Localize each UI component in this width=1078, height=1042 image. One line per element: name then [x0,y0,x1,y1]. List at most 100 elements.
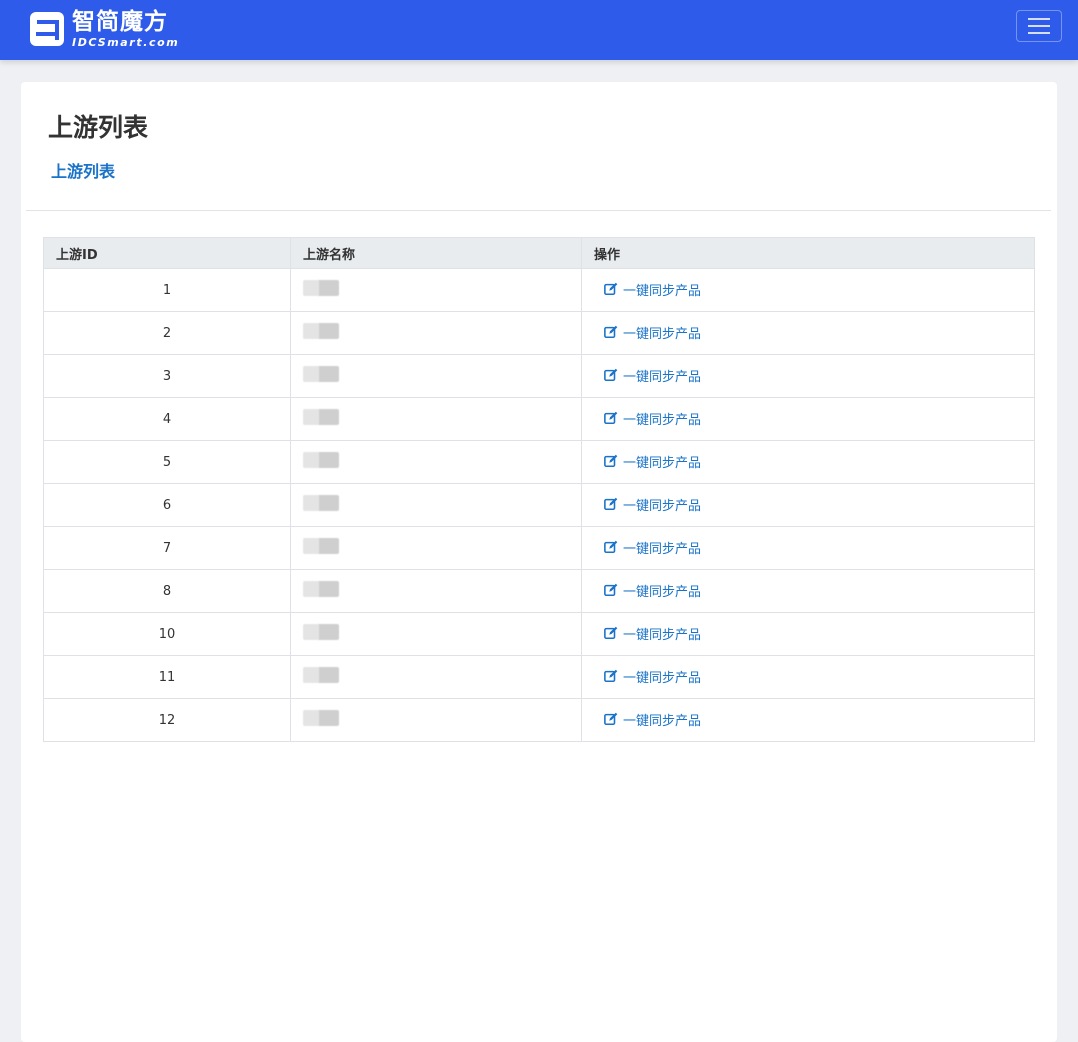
row-action: 一键同步产品 [581,526,1035,570]
row-name [290,440,582,484]
row-action: 一键同步产品 [581,569,1035,613]
redacted-name [303,409,339,425]
table-row: 1 一键同步产品 [43,268,1035,312]
top-navbar: 智简魔方 IDCSmart.com [0,0,1078,60]
sync-products-label: 一键同步产品 [623,326,702,342]
sync-products-label: 一键同步产品 [623,283,702,299]
table-row: 6 一键同步产品 [43,483,1035,527]
table-row: 2 一键同步产品 [43,311,1035,355]
row-name [290,311,582,355]
redacted-name [303,624,339,640]
redacted-name [303,667,339,683]
edit-icon [604,669,618,683]
redacted-name [303,495,339,511]
row-id: 5 [43,440,291,484]
logo-icon [30,12,64,46]
column-header-id: 上游ID [43,237,291,269]
breadcrumb-link[interactable]: 上游列表 [51,158,115,182]
row-id: 6 [43,483,291,527]
sync-products-label: 一键同步产品 [623,455,702,471]
edit-icon [604,497,618,511]
table-row: 5 一键同步产品 [43,440,1035,484]
row-name [290,526,582,570]
edit-icon [604,325,618,339]
row-id: 1 [43,268,291,312]
menu-toggle-button[interactable] [1016,10,1062,42]
table-row: 4 一键同步产品 [43,397,1035,441]
redacted-name [303,366,339,382]
table-body: 1 一键同步产品 2 一键同步产品 3 一键同步产品 4 一键同步产品 5 一键同步产品 6 一键同步… [43,268,1035,742]
sync-products-label: 一键同步产品 [623,412,702,428]
row-name [290,655,582,699]
table-row: 8 一键同步产品 [43,569,1035,613]
redacted-name [303,581,339,597]
row-action: 一键同步产品 [581,440,1035,484]
sync-products-link[interactable]: 一键同步产品 [604,710,701,729]
redacted-name [303,538,339,554]
sync-products-link[interactable]: 一键同步产品 [604,624,701,643]
edit-icon [604,282,618,296]
column-header-action: 操作 [581,237,1035,269]
sync-products-label: 一键同步产品 [623,369,702,385]
sync-products-label: 一键同步产品 [623,498,702,514]
edit-icon [604,626,618,640]
edit-icon [604,454,618,468]
edit-icon [604,411,618,425]
content-card: 上游列表 上游列表 上游ID 上游名称 操作 1 一键同步产品 2 一键同步产品 3 一键… [21,82,1057,1042]
column-header-name: 上游名称 [290,237,582,269]
sync-products-label: 一键同步产品 [623,584,702,600]
edit-icon [604,712,618,726]
sync-products-link[interactable]: 一键同步产品 [604,452,701,471]
row-action: 一键同步产品 [581,483,1035,527]
sync-products-label: 一键同步产品 [623,627,702,643]
table-row: 7 一键同步产品 [43,526,1035,570]
row-name [290,612,582,656]
row-id: 10 [43,612,291,656]
divider [26,210,1051,211]
edit-icon [604,583,618,597]
table-row: 3 一键同步产品 [43,354,1035,398]
row-action: 一键同步产品 [581,698,1035,742]
row-name [290,483,582,527]
hamburger-icon [1028,18,1050,20]
edit-icon [604,368,618,382]
row-name [290,268,582,312]
brand-logo[interactable]: 智简魔方 IDCSmart.com [30,9,179,49]
redacted-name [303,280,339,296]
sync-products-link[interactable]: 一键同步产品 [604,581,701,600]
sync-products-link[interactable]: 一键同步产品 [604,667,701,686]
table-row: 11 一键同步产品 [43,655,1035,699]
row-action: 一键同步产品 [581,354,1035,398]
brand-name-en: IDCSmart.com [72,35,180,49]
edit-icon [604,540,618,554]
page-title: 上游列表 [48,113,149,142]
row-id: 8 [43,569,291,613]
row-name [290,569,582,613]
sync-products-link[interactable]: 一键同步产品 [604,538,701,557]
row-action: 一键同步产品 [581,311,1035,355]
upstream-table: 上游ID 上游名称 操作 1 一键同步产品 2 一键同步产品 3 一键同步产品 4 一键同步产… [43,237,1035,742]
sync-products-link[interactable]: 一键同步产品 [604,280,701,299]
row-action: 一键同步产品 [581,655,1035,699]
row-id: 4 [43,397,291,441]
row-id: 7 [43,526,291,570]
table-header-row: 上游ID 上游名称 操作 [43,237,1035,269]
row-name [290,397,582,441]
row-id: 12 [43,698,291,742]
sync-products-link[interactable]: 一键同步产品 [604,366,701,385]
sync-products-link[interactable]: 一键同步产品 [604,495,701,514]
table-row: 10 一键同步产品 [43,612,1035,656]
brand-name-cn: 智简魔方 [72,8,168,35]
sync-products-link[interactable]: 一键同步产品 [604,409,701,428]
row-action: 一键同步产品 [581,397,1035,441]
row-name [290,354,582,398]
sync-products-label: 一键同步产品 [623,541,702,557]
redacted-name [303,710,339,726]
sync-products-link[interactable]: 一键同步产品 [604,323,701,342]
table-row: 12 一键同步产品 [43,698,1035,742]
redacted-name [303,323,339,339]
row-id: 11 [43,655,291,699]
row-action: 一键同步产品 [581,612,1035,656]
sync-products-label: 一键同步产品 [623,713,702,729]
row-id: 2 [43,311,291,355]
